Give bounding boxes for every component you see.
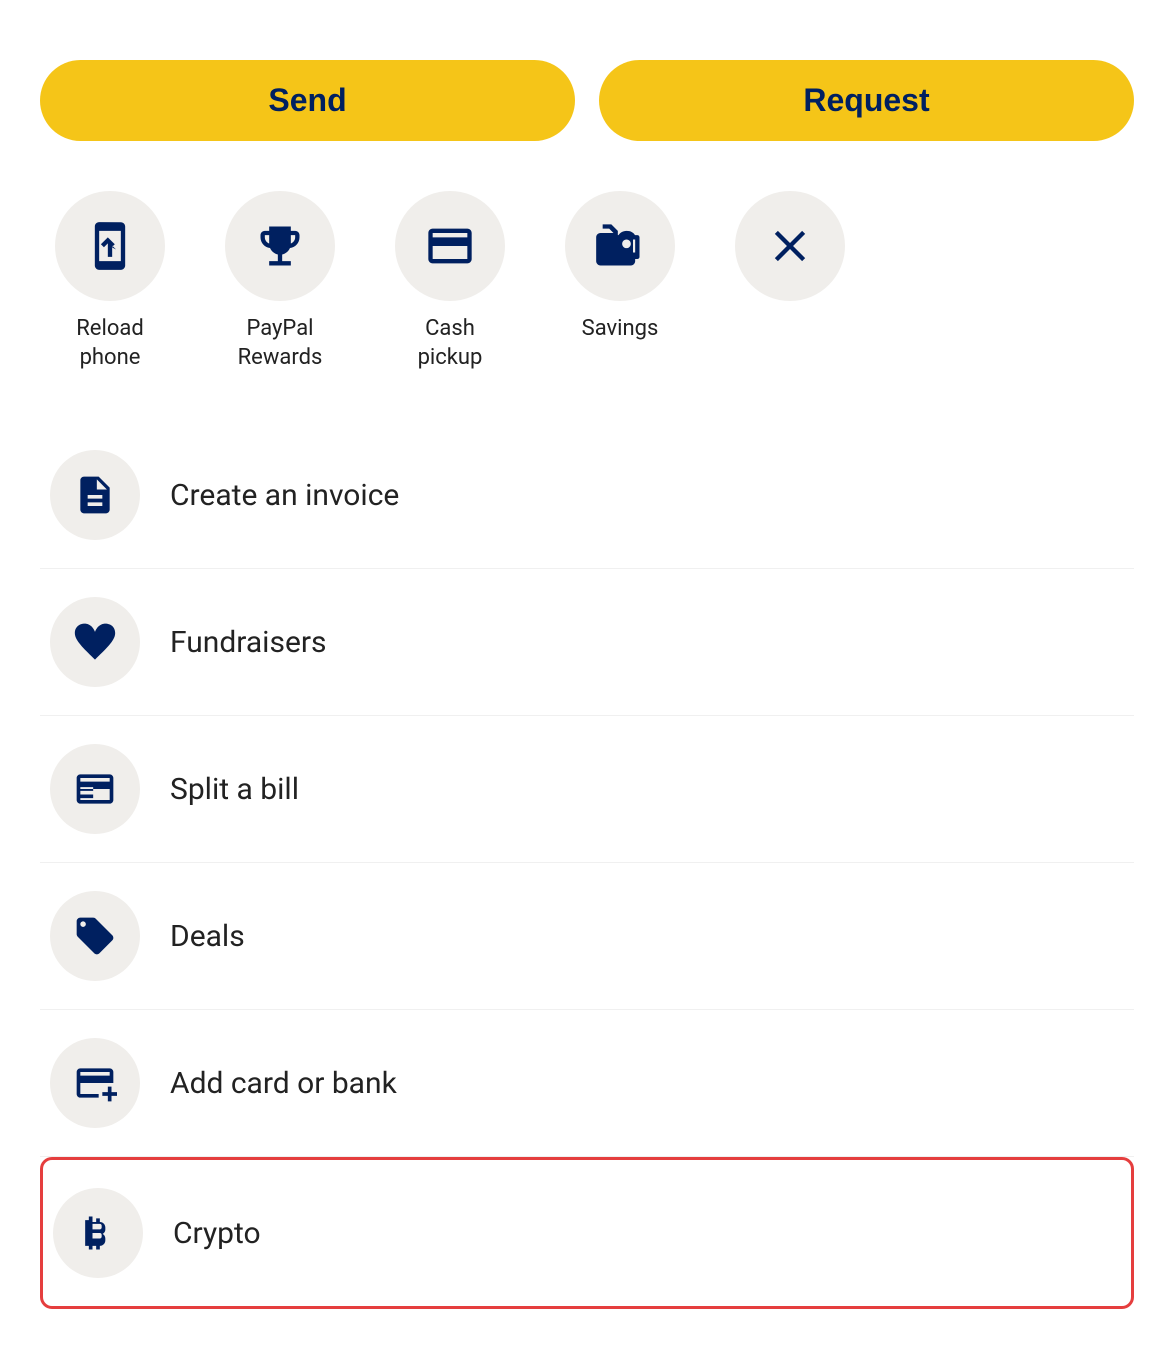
savings-icon-circle	[565, 191, 675, 301]
split-bill-icon	[73, 767, 117, 811]
fundraisers-item[interactable]: Fundraisers	[40, 569, 1134, 716]
list-items-container: Create an invoice Fundraisers Split a bi…	[40, 422, 1134, 1309]
trophy-icon	[254, 220, 306, 272]
paypal-rewards-item[interactable]: PayPalRewards	[210, 191, 350, 372]
reload-phone-icon	[84, 220, 136, 272]
split-bill-icon-circle	[50, 744, 140, 834]
cash-pickup-icon	[424, 220, 476, 272]
add-card-icon	[73, 1061, 117, 1105]
deals-icon	[73, 914, 117, 958]
top-buttons-container: Send Request	[40, 60, 1134, 141]
paypal-rewards-label: PayPalRewards	[238, 315, 323, 372]
crypto-item[interactable]: Crypto	[40, 1157, 1134, 1309]
split-bill-item[interactable]: Split a bill	[40, 716, 1134, 863]
crypto-icon	[76, 1211, 120, 1255]
reload-phone-label: Reloadphone	[76, 315, 144, 372]
fundraisers-icon-circle	[50, 597, 140, 687]
create-invoice-label: Create an invoice	[170, 478, 399, 513]
deals-item[interactable]: Deals	[40, 863, 1134, 1010]
close-item[interactable]	[720, 191, 860, 315]
savings-label: Savings	[582, 315, 659, 344]
deals-label: Deals	[170, 919, 245, 954]
paypal-rewards-icon-circle	[225, 191, 335, 301]
split-bill-label: Split a bill	[170, 772, 299, 807]
request-button[interactable]: Request	[599, 60, 1134, 141]
close-icon-circle	[735, 191, 845, 301]
add-card-bank-label: Add card or bank	[170, 1066, 397, 1101]
add-card-bank-item[interactable]: Add card or bank	[40, 1010, 1134, 1157]
cash-pickup-item[interactable]: Cashpickup	[380, 191, 520, 372]
crypto-icon-circle	[53, 1188, 143, 1278]
fundraisers-label: Fundraisers	[170, 625, 327, 660]
cash-pickup-label: Cashpickup	[418, 315, 483, 372]
send-button[interactable]: Send	[40, 60, 575, 141]
crypto-label: Crypto	[173, 1216, 261, 1251]
deals-icon-circle	[50, 891, 140, 981]
cash-pickup-icon-circle	[395, 191, 505, 301]
invoice-icon	[73, 473, 117, 517]
quick-actions-grid: Reloadphone PayPalRewards Cashpickup Sav…	[40, 191, 1134, 372]
add-card-icon-circle	[50, 1038, 140, 1128]
fundraisers-icon	[73, 620, 117, 664]
reload-phone-item[interactable]: Reloadphone	[40, 191, 180, 372]
create-invoice-item[interactable]: Create an invoice	[40, 422, 1134, 569]
close-icon	[764, 220, 816, 272]
savings-item[interactable]: Savings	[550, 191, 690, 344]
reload-phone-icon-circle	[55, 191, 165, 301]
invoice-icon-circle	[50, 450, 140, 540]
savings-icon	[594, 220, 646, 272]
